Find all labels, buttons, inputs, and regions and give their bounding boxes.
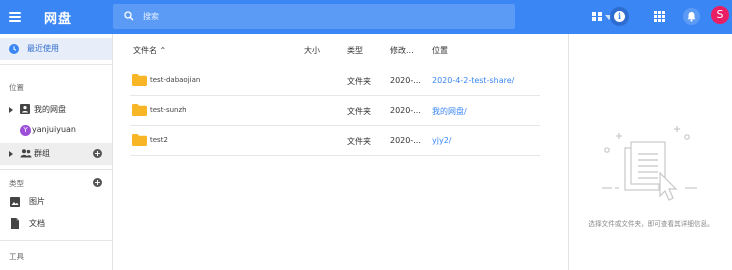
search-input[interactable] (143, 8, 483, 25)
file-list: 文件名 ⌃ 大小 类型 修改... 位置 test-dabaojian 文件夹 … (113, 34, 568, 270)
file-type: 文件夹 (347, 77, 371, 86)
file-location-link[interactable]: 我的网盘/ (432, 106, 467, 117)
file-modified: 2020-... (390, 136, 421, 145)
file-location-link[interactable]: yjy2/ (432, 136, 451, 145)
folder-icon (132, 104, 147, 116)
sidebar-item-label: 最近使用 (27, 44, 59, 53)
file-name: test2 (150, 136, 168, 144)
empty-selection-illustration (602, 126, 697, 201)
info-button[interactable]: i (610, 7, 629, 26)
sidebar-item-my-drive[interactable]: 我的网盘 (0, 99, 112, 121)
location-section-header: 位置 (9, 83, 24, 92)
file-type: 文件夹 (347, 107, 371, 116)
group-icon (20, 149, 32, 158)
sidebar-item-user[interactable]: Y yanjuiyuan (0, 120, 112, 142)
menu-icon[interactable] (6, 8, 24, 26)
sidebar-item-documents[interactable]: 文档 (0, 213, 112, 235)
sidebar-item-label: 我的网盘 (34, 105, 66, 114)
file-modified: 2020-... (390, 106, 421, 115)
expand-arrow-icon[interactable] (9, 151, 13, 157)
file-name: test-dabaojian (150, 76, 201, 84)
divider (0, 240, 112, 241)
column-header-modified[interactable]: 修改... (390, 45, 414, 56)
tools-section-header: 工具 (9, 252, 24, 261)
notifications-button[interactable] (683, 8, 700, 25)
user-avatar-small: Y (20, 125, 31, 136)
folder-icon (132, 134, 147, 146)
clock-icon (9, 44, 19, 54)
add-type-icon[interactable]: + (93, 178, 102, 187)
search-icon (124, 11, 134, 21)
table-row[interactable]: test-sunzh 文件夹 2020-... 我的网盘/ (130, 96, 540, 126)
sidebar-item-images[interactable]: 图片 (0, 191, 112, 213)
sidebar-item-groups[interactable]: 群组 + (0, 143, 112, 165)
divider (0, 64, 112, 65)
file-modified: 2020-... (390, 76, 421, 85)
app-title: 网盘 (44, 12, 73, 27)
sidebar: 最近使用 位置 我的网盘 Y yanjuiyuan 群组 + 类型 + 图片 文… (0, 34, 113, 270)
info-icon: i (614, 11, 625, 22)
sidebar-item-label: 文档 (29, 219, 45, 228)
table-row[interactable]: test-dabaojian 文件夹 2020-... 2020-4-2-tes… (130, 66, 540, 96)
folder-icon (132, 74, 147, 86)
file-name: test-sunzh (150, 106, 187, 114)
drive-icon (20, 104, 30, 114)
apps-icon[interactable] (654, 11, 665, 22)
table-row[interactable]: test2 文件夹 2020-... yjy2/ (130, 126, 540, 156)
grid-view-icon[interactable] (592, 12, 603, 22)
type-section-header: 类型 (9, 179, 24, 188)
empty-selection-hint: 选择文件或文件夹，即可查看其详细信息。 (588, 220, 714, 228)
top-bar: 网盘 i S (0, 0, 732, 34)
divider (0, 169, 112, 170)
sidebar-item-label: yanjuiyuan (32, 125, 76, 134)
sidebar-item-recent[interactable]: 最近使用 (0, 38, 112, 60)
column-header-name[interactable]: 文件名 ⌃ (133, 45, 166, 56)
file-location-link[interactable]: 2020-4-2-test-share/ (432, 76, 514, 85)
document-icon (11, 218, 19, 229)
details-pane: 选择文件或文件夹，即可查看其详细信息。 (568, 34, 732, 270)
sidebar-item-label: 群组 (34, 149, 50, 158)
expand-arrow-icon[interactable] (9, 107, 13, 113)
column-header-location[interactable]: 位置 (432, 45, 448, 56)
bell-icon (687, 12, 696, 22)
add-group-icon[interactable]: + (93, 149, 102, 158)
search-bar[interactable] (113, 4, 613, 29)
column-header-size[interactable]: 大小 (304, 45, 320, 56)
image-icon (10, 197, 20, 207)
user-avatar[interactable]: S (711, 6, 729, 24)
column-header-type[interactable]: 类型 (347, 45, 363, 56)
sidebar-item-label: 图片 (29, 197, 45, 206)
file-type: 文件夹 (347, 137, 371, 146)
